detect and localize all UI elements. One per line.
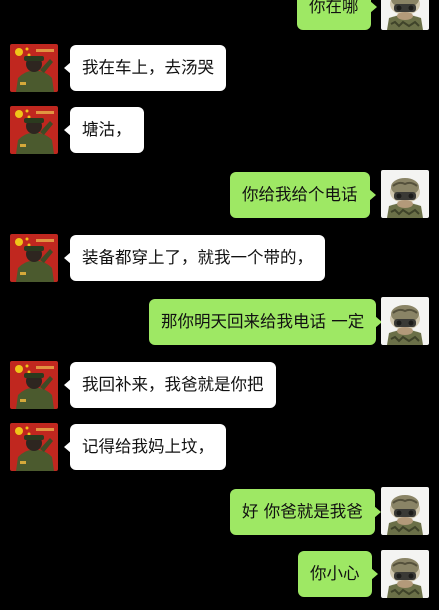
message-bubble-outgoing[interactable]: 你给我给个电话 <box>230 172 375 218</box>
outgoing-avatar-icon[interactable] <box>381 170 429 218</box>
message-bubble-incoming[interactable]: 记得给我妈上坟， <box>64 424 226 470</box>
message-text: 塘沽， <box>82 120 132 139</box>
outgoing-avatar-icon[interactable] <box>381 550 429 598</box>
message-bubble-incoming[interactable]: 塘沽， <box>64 107 144 153</box>
message-bubble-incoming[interactable]: 我回补来，我爸就是你把 <box>64 362 276 408</box>
message-text: 你在哪 <box>309 0 359 16</box>
message-text: 那你明天回来给我电话 一定 <box>161 312 365 331</box>
incoming-avatar-icon[interactable] <box>10 234 58 282</box>
incoming-avatar-icon[interactable] <box>10 106 58 154</box>
outgoing-avatar-icon[interactable] <box>381 487 429 535</box>
message-text: 你小心 <box>310 564 360 583</box>
message-text: 好 你爸就是我爸 <box>242 502 363 521</box>
message-text: 你给我给个电话 <box>242 185 358 204</box>
incoming-avatar-icon[interactable] <box>10 361 58 409</box>
outgoing-avatar-icon[interactable] <box>381 297 429 345</box>
message-bubble-outgoing[interactable]: 好 你爸就是我爸 <box>230 489 381 535</box>
message-text: 装备都穿上了，就我一个带的， <box>82 248 313 267</box>
message-bubble-outgoing[interactable]: 那你明天回来给我电话 一定 <box>149 299 383 345</box>
message-bubble-incoming[interactable]: 我在车上，去汤哭 <box>64 45 226 91</box>
message-text: 我在车上，去汤哭 <box>82 58 214 77</box>
outgoing-avatar-icon[interactable] <box>381 0 429 30</box>
incoming-avatar-icon[interactable] <box>10 423 58 471</box>
message-text: 记得给我妈上坟， <box>82 437 214 456</box>
message-text: 我回补来，我爸就是你把 <box>82 375 264 394</box>
message-bubble-outgoing[interactable]: 你小心 <box>298 551 377 597</box>
message-bubble-incoming[interactable]: 装备都穿上了，就我一个带的， <box>64 235 325 281</box>
message-bubble-outgoing[interactable]: 你在哪 <box>297 0 376 30</box>
incoming-avatar-icon[interactable] <box>10 44 58 92</box>
